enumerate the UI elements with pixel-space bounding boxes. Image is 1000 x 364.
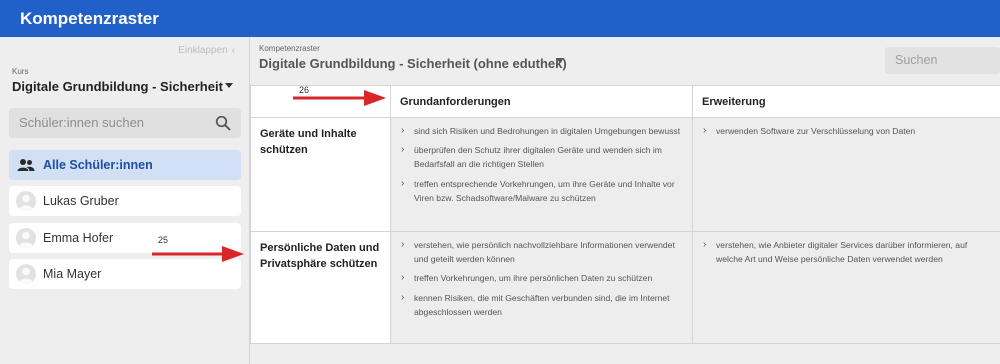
grid-cell: › verwenden Software zur Verschlüsselung …	[692, 117, 1000, 232]
course-caption: Kurs	[12, 67, 29, 76]
student-name: Alle Schüler:innen	[43, 158, 153, 172]
student-name: Lukas Gruber	[43, 194, 119, 208]
chevron-right-icon: ›	[401, 125, 405, 136]
sidebar: Einklappen ‹ Kurs Digitale Grundbildung -…	[0, 37, 250, 364]
chevron-right-icon: ›	[401, 177, 405, 189]
grid-select[interactable]: Digitale Grundbildung - Sicherheit (ohne…	[259, 56, 567, 71]
competence-item[interactable]: › überprüfen den Schutz ihrer digitalen G…	[399, 143, 684, 171]
student-item[interactable]: Lukas Gruber	[9, 186, 241, 216]
dropdown-caret-icon[interactable]	[556, 58, 564, 63]
grid-caption: Kompetenzraster	[259, 44, 320, 53]
avatar	[16, 191, 36, 211]
chevron-right-icon: ›	[401, 291, 405, 303]
dropdown-caret-icon[interactable]	[225, 83, 233, 88]
chevron-right-icon: ›	[401, 239, 405, 250]
grid-cell: › verstehen, wie Anbieter digitaler Servi…	[692, 231, 1000, 344]
competence-item[interactable]: › verstehen, wie persönlich nachvollziehb…	[399, 238, 684, 266]
annotation-number: 25	[158, 235, 169, 245]
row-header: Persönliche Daten und Privatsphäre schüt…	[250, 231, 391, 344]
search-icon[interactable]	[215, 115, 231, 136]
column-header-basic: Grundanforderungen	[390, 85, 693, 118]
chevron-right-icon: ›	[703, 125, 707, 136]
table-row: Geräte und Inhalte schützen › sind sich R…	[250, 117, 1000, 232]
avatar	[16, 264, 36, 284]
top-app-bar: Kompetenzraster	[0, 0, 1000, 37]
competence-grid: Grundanforderungen Erweiterung Geräte un…	[250, 85, 1000, 344]
competence-item[interactable]: › kennen Risiken, die mit Geschäften verb…	[399, 291, 684, 319]
chevron-left-icon: ‹	[231, 45, 235, 56]
competence-item[interactable]: › verwenden Software zur Verschlüsselung …	[701, 124, 992, 138]
competence-item[interactable]: › sind sich Risiken und Bedrohungen in di…	[399, 124, 684, 138]
grid-cell: › sind sich Risiken und Bedrohungen in di…	[390, 117, 693, 232]
table-row: Persönliche Daten und Privatsphäre schüt…	[250, 231, 1000, 344]
grid-cell: › verstehen, wie persönlich nachvollziehb…	[390, 231, 693, 344]
student-name: Emma Hofer	[43, 231, 114, 245]
chevron-right-icon: ›	[703, 239, 707, 250]
student-item[interactable]: Mia Mayer	[9, 259, 241, 289]
row-header: Geräte und Inhalte schützen	[250, 117, 391, 232]
grid-search-input[interactable]	[895, 53, 995, 67]
collapse-sidebar-button[interactable]: Einklappen ‹	[178, 45, 235, 56]
student-search-input[interactable]	[19, 115, 199, 130]
student-name: Mia Mayer	[43, 267, 102, 281]
grid-corner-cell	[250, 85, 391, 118]
column-header-extended: Erweiterung	[692, 85, 1000, 118]
chevron-right-icon: ›	[401, 144, 405, 156]
competence-item[interactable]: › treffen entsprechende Vorkehrungen, um …	[399, 177, 684, 205]
student-item[interactable]: Emma Hofer	[9, 223, 241, 253]
app-title: Kompetenzraster	[20, 9, 159, 28]
student-item-all[interactable]: Alle Schüler:innen	[9, 150, 241, 180]
course-select[interactable]: Digitale Grundbildung - Sicherheit	[12, 79, 223, 94]
main-content: Kompetenzraster Digitale Grundbildung - …	[250, 37, 1000, 364]
annotation-number: 26	[299, 85, 310, 95]
competence-item[interactable]: › treffen Vorkehrungen, um ihre persönlic…	[399, 271, 684, 285]
student-search-box[interactable]	[9, 108, 241, 138]
group-icon	[17, 158, 35, 177]
avatar	[16, 228, 36, 248]
collapse-label: Einklappen	[178, 45, 228, 56]
chevron-right-icon: ›	[401, 272, 405, 284]
grid-search-box[interactable]	[885, 47, 1000, 74]
competence-item[interactable]: › verstehen, wie Anbieter digitaler Servi…	[701, 238, 992, 266]
